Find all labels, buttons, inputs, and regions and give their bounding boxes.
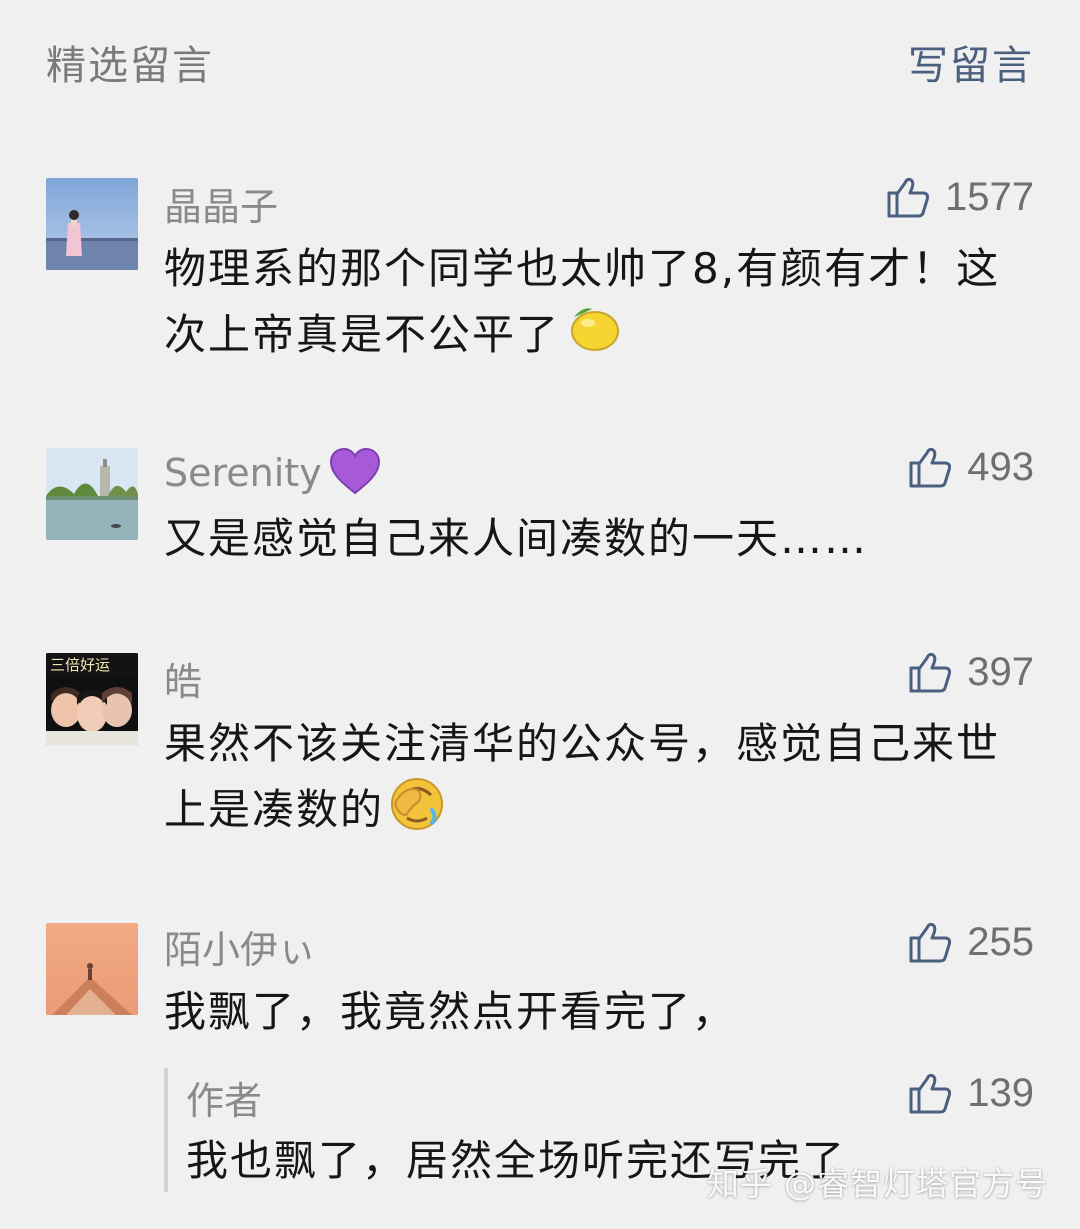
watermark: 知乎 @睿智灯塔官方号 bbox=[706, 1165, 1048, 1203]
comment-text: 我飘了，我竟然点开看完了， bbox=[164, 987, 737, 1036]
like-button[interactable]: 255 bbox=[907, 919, 1034, 965]
comment-author[interactable]: 陌小伊ぃ bbox=[164, 919, 316, 974]
thumbs-up-icon bbox=[909, 1073, 952, 1114]
comment-text: 果然不该关注清华的公众号，感觉自己来世上是凑数的 bbox=[164, 719, 1001, 834]
reply-author[interactable]: 作者 bbox=[186, 1070, 262, 1125]
avatar[interactable] bbox=[46, 178, 138, 270]
face-palm-emoji-icon bbox=[391, 778, 444, 830]
comments-header: 精选留言 写留言 bbox=[46, 32, 1034, 92]
comment-item: Serenity 493 又是感觉自己来人间凑数的一天…… bbox=[0, 445, 1080, 618]
comment-item: 三倍好运 皓 397 果然不该关注清华的公众号，感觉自己来世上是凑数的 bbox=[0, 650, 1080, 853]
purple-heart-emoji-icon bbox=[329, 447, 380, 495]
like-button[interactable]: 1577 bbox=[885, 174, 1034, 220]
comment-text: 又是感觉自己来人间凑数的一天…… bbox=[164, 514, 869, 563]
thumbs-up-icon bbox=[909, 922, 952, 963]
thumbs-up-icon bbox=[887, 177, 930, 218]
like-count: 139 bbox=[967, 1070, 1034, 1115]
featured-comments-title: 精选留言 bbox=[46, 43, 214, 89]
thumbs-up-icon bbox=[909, 652, 952, 693]
like-button[interactable]: 139 bbox=[907, 1070, 1034, 1116]
like-count: 493 bbox=[967, 444, 1034, 489]
comment-item: 晶晶子 1577 物理系的那个同学也太帅了8,有颜有才！这次上帝真是不公平了 bbox=[0, 175, 1080, 398]
comment-author[interactable]: Serenity bbox=[164, 446, 382, 496]
like-count: 255 bbox=[967, 919, 1034, 964]
comment-text: 物理系的那个同学也太帅了8,有颜有才！这次上帝真是不公平了 bbox=[164, 244, 1001, 359]
avatar[interactable] bbox=[46, 448, 138, 540]
like-button[interactable]: 493 bbox=[907, 444, 1034, 490]
like-button[interactable]: 397 bbox=[907, 649, 1034, 695]
avatar[interactable] bbox=[46, 923, 138, 1015]
lemon-emoji-icon bbox=[571, 308, 620, 351]
avatar[interactable]: 三倍好运 bbox=[46, 653, 138, 745]
like-count: 397 bbox=[967, 649, 1034, 694]
write-comment-button[interactable]: 写留言 bbox=[908, 33, 1034, 91]
avatar-caption: 三倍好运 bbox=[50, 656, 111, 674]
thumbs-up-icon bbox=[909, 447, 952, 488]
like-count: 1577 bbox=[945, 174, 1034, 219]
comment-author[interactable]: 晶晶子 bbox=[164, 176, 278, 231]
comment-author[interactable]: 皓 bbox=[164, 651, 202, 706]
